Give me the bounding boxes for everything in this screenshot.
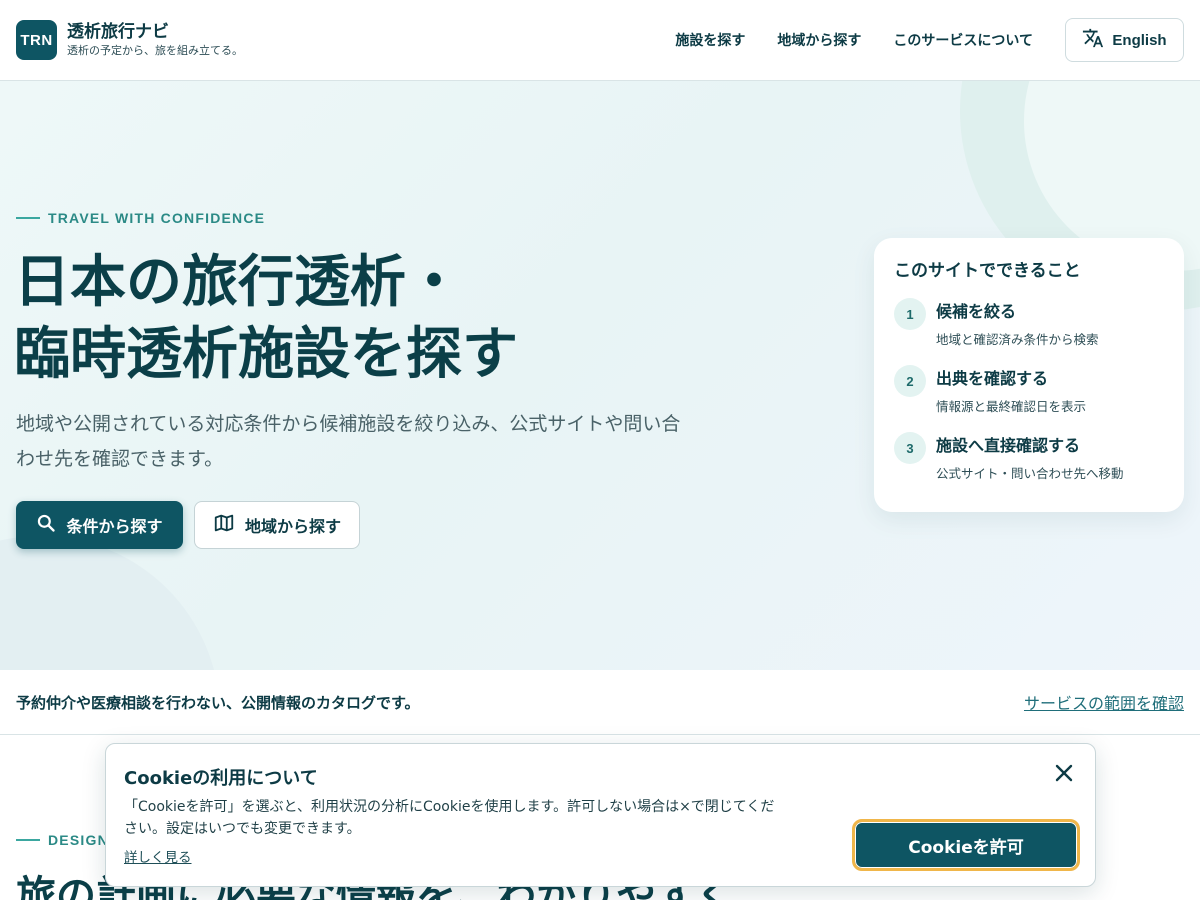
eyebrow-line xyxy=(16,217,40,219)
nav-search-facilities[interactable]: 施設を探す xyxy=(675,30,745,50)
main-nav: 施設を探す 地域から探す このサービスについて English xyxy=(643,18,1184,62)
cookie-banner: Cookieの利用について 「Cookieを許可」を選ぶと、利用状況の分析にCo… xyxy=(105,743,1096,887)
search-by-region-label: 地域から探す xyxy=(244,517,341,536)
eyebrow-text: TRAVEL WITH CONFIDENCE xyxy=(48,210,266,226)
brand[interactable]: 透析旅行ナビ 透析の予定から、旅を組み立てる。 xyxy=(67,22,243,59)
language-label: English xyxy=(1112,31,1167,49)
cookie-body: 「Cookieを許可」を選ぶと、利用状況の分析にCookieを使用します。許可し… xyxy=(124,799,775,837)
feature-step: 2 出典を確認する 情報源と最終確認日を表示 xyxy=(894,365,1164,416)
scope-notice: 予約仲介や医療相談を行わない、公開情報のカタログです。 サービスの範囲を確認 xyxy=(0,670,1200,735)
search-by-conditions-button[interactable]: 条件から探す xyxy=(16,501,183,549)
hero-title: 日本の旅行透析・ 臨時透析施設を探す xyxy=(14,247,714,391)
search-by-region-button[interactable]: 地域から探す xyxy=(194,501,360,549)
hero-title-line1: 日本の旅行透析・ xyxy=(14,250,462,315)
map-icon xyxy=(213,512,235,538)
accept-cookies-button[interactable]: Cookieを許可 xyxy=(852,819,1080,871)
brand-tagline: 透析の予定から、旅を組み立てる。 xyxy=(67,43,243,57)
design-eyebrow: DESIGN xyxy=(16,832,109,848)
step-heading: 施設へ直接確認する xyxy=(936,436,1081,455)
language-button[interactable]: English xyxy=(1065,18,1184,62)
features-card-title: このサイトでできること xyxy=(894,261,1081,281)
step-heading: 出典を確認する xyxy=(936,369,1049,388)
features-card: このサイトでできること 1 候補を絞る 地域と確認済み条件から検索 2 出典を確… xyxy=(874,238,1184,512)
service-scope-link[interactable]: サービスの範囲を確認 xyxy=(1024,690,1184,714)
hero-subtitle: 地域や公開されている対応条件から候補施設を絞り込み、公式サイトや問い合わせ先を確… xyxy=(16,413,681,470)
step-number: 3 xyxy=(894,432,926,464)
step-description: 情報源と最終確認日を表示 xyxy=(936,399,1087,414)
translate-icon xyxy=(1082,27,1104,53)
site-header: TRN 透析旅行ナビ 透析の予定から、旅を組み立てる。 施設を探す 地域から探す… xyxy=(0,0,1200,81)
hero-title-line2: 臨時透析施設を探す xyxy=(14,322,518,387)
nav-search-by-region[interactable]: 地域から探す xyxy=(777,30,861,50)
design-eyebrow-text: DESIGN xyxy=(48,832,109,848)
brand-name: 透析旅行ナビ xyxy=(67,21,169,42)
step-description: 公式サイト・問い合わせ先へ移動 xyxy=(936,466,1124,481)
cookie-title: Cookieの利用について xyxy=(124,768,318,789)
search-icon xyxy=(36,513,56,537)
nav-about[interactable]: このサービスについて xyxy=(893,30,1033,50)
feature-step: 3 施設へ直接確認する 公式サイト・問い合わせ先へ移動 xyxy=(894,432,1164,483)
logo[interactable]: TRN xyxy=(16,20,57,60)
close-icon[interactable] xyxy=(1051,760,1077,786)
search-by-conditions-label: 条件から探す xyxy=(66,517,163,536)
eyebrow-line xyxy=(16,839,40,841)
scope-notice-text: 予約仲介や医療相談を行わない、公開情報のカタログです。 xyxy=(16,693,420,712)
step-number: 2 xyxy=(894,365,926,397)
decorative-circle xyxy=(0,536,220,670)
hero-section: TRAVEL WITH CONFIDENCE 日本の旅行透析・ 臨時透析施設を探… xyxy=(0,81,1200,670)
cookie-learn-more-link[interactable]: 詳しく見る xyxy=(124,846,192,866)
step-number: 1 xyxy=(894,298,926,330)
step-heading: 候補を絞る xyxy=(936,302,1017,321)
step-description: 地域と確認済み条件から検索 xyxy=(936,332,1099,347)
hero-eyebrow: TRAVEL WITH CONFIDENCE xyxy=(16,210,265,226)
feature-step: 1 候補を絞る 地域と確認済み条件から検索 xyxy=(894,298,1164,349)
